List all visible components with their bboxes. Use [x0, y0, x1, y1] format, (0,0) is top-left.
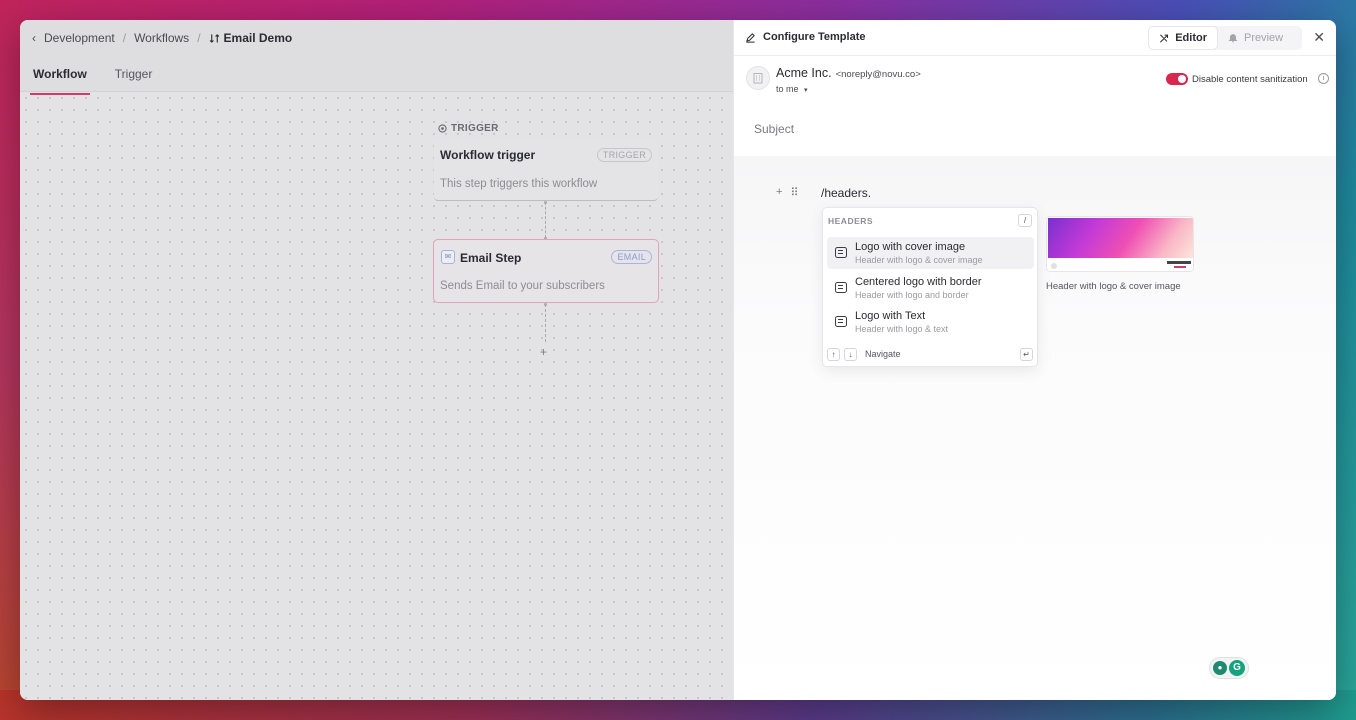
editor-tab-button[interactable]: Editor [1148, 26, 1218, 50]
preview-text-line [1167, 261, 1191, 264]
layout-icon [835, 247, 847, 258]
workflow-canvas[interactable]: ‹ Development / Workflows / Email Demo W… [20, 20, 733, 700]
menu-footer: ↑ ↓ Navigate ↵ [827, 348, 1033, 362]
recipient-dropdown[interactable]: to me ▾ [776, 84, 808, 94]
navigate-label: Navigate [865, 349, 901, 359]
workflow-tabs: Workflow Trigger [30, 64, 173, 95]
trigger-node-title: Workflow trigger [440, 148, 536, 162]
menu-item-logo-with-text[interactable]: Logo with Text Header with logo & text [827, 306, 1034, 338]
panel-title-text: Configure Template [763, 31, 866, 43]
info-icon[interactable]: i [1318, 73, 1329, 84]
workflow-trigger-node[interactable]: Workflow trigger TRIGGER This step trigg… [434, 139, 658, 201]
menu-shortcut-key: / [1018, 214, 1032, 227]
grammarly-widget[interactable]: ● G [1209, 657, 1249, 679]
back-chevron-icon[interactable]: ‹ [32, 31, 36, 45]
canvas-header: ‹ Development / Workflows / Email Demo W… [20, 20, 733, 95]
email-step-node[interactable]: ✉ Email Step EMAIL Sends Email to your s… [433, 239, 659, 303]
trigger-section-text: TRIGGER [451, 123, 499, 134]
header-preview-card [1046, 216, 1194, 272]
panel-header: Configure Template Editor Preview ✕ [734, 20, 1336, 56]
sender-name-text: Acme Inc. [776, 66, 832, 80]
enter-key-icon: ↵ [1020, 348, 1033, 361]
building-icon [753, 73, 763, 84]
preview-tab-button[interactable]: Preview [1218, 26, 1293, 50]
bell-icon [1228, 34, 1238, 43]
pencil-icon [746, 32, 755, 43]
menu-heading: HEADERS [828, 216, 874, 226]
sanitization-label: Disable content sanitization [1192, 74, 1308, 85]
close-icon[interactable]: ✕ [1313, 29, 1325, 46]
trigger-node-badge: TRIGGER [596, 148, 652, 162]
connector-dot [544, 201, 547, 204]
add-step-button[interactable]: + [540, 345, 547, 359]
email-node-badge: EMAIL [611, 250, 652, 264]
connector-line [545, 202, 546, 238]
layout-icon [835, 282, 847, 293]
mail-icon: ✉ [441, 250, 455, 264]
connector-dot [544, 303, 547, 306]
menu-item-centered-logo-with-border[interactable]: Centered logo with border Header with lo… [827, 272, 1034, 304]
configure-template-panel: Configure Template Editor Preview ✕ Acme… [733, 20, 1336, 700]
editor-tab-label: Editor [1175, 32, 1207, 44]
app-window: ‹ Development / Workflows / Email Demo W… [20, 20, 1336, 700]
breadcrumb-current: Email Demo [209, 31, 293, 45]
menu-item-logo-with-cover-image[interactable]: Logo with cover image Header with logo &… [827, 237, 1034, 269]
workflow-icon [209, 33, 219, 43]
trigger-icon [438, 124, 447, 133]
connector-line [545, 304, 546, 342]
lightbulb-icon: ● [1213, 661, 1227, 675]
sender-row: Acme Inc. <noreply@novu.co> to me ▾ Disab… [746, 64, 1329, 100]
add-block-icon[interactable]: + [776, 186, 782, 199]
arrow-down-icon: ↓ [844, 348, 857, 361]
editor-content-line[interactable]: /headers. [821, 186, 871, 200]
tab-workflow[interactable]: Workflow [30, 64, 90, 95]
breadcrumb-current-label: Email Demo [223, 31, 293, 45]
avatar [746, 66, 770, 90]
trigger-node-description: This step triggers this workflow [440, 178, 598, 190]
email-node-description: Sends Email to your subscribers [440, 280, 605, 292]
cover-image-preview [1048, 218, 1193, 258]
sender-email: <noreply@novu.co> [835, 69, 921, 80]
menu-item-subtitle: Header with logo and border [855, 290, 969, 300]
editor-preview-toggle: Editor Preview [1148, 26, 1302, 50]
preview-logo-dot [1051, 263, 1057, 269]
arrow-up-icon: ↑ [827, 348, 840, 361]
subject-input[interactable]: Subject [754, 122, 794, 136]
breadcrumb-item-workflows[interactable]: Workflows [134, 31, 189, 45]
layout-icon [835, 316, 847, 327]
email-node-title: Email Step [460, 251, 522, 265]
preview-accent-line [1174, 266, 1186, 268]
panel-title: Configure Template [745, 31, 865, 43]
block-tools: + ⠿ [776, 186, 799, 199]
menu-item-title: Centered logo with border [855, 276, 982, 288]
breadcrumb-item-development[interactable]: Development [44, 31, 115, 45]
sanitization-toggle[interactable] [1166, 73, 1188, 85]
sender-name: Acme Inc. <noreply@novu.co> [776, 66, 921, 80]
menu-item-subtitle: Header with logo & text [855, 324, 949, 334]
grammarly-logo-icon: G [1229, 660, 1245, 676]
breadcrumb-separator: / [122, 31, 127, 45]
breadcrumb: ‹ Development / Workflows / Email Demo [32, 30, 292, 46]
trigger-section-label: TRIGGER [438, 123, 499, 134]
preview-caption: Header with logo & cover image [1046, 281, 1181, 292]
breadcrumb-separator: / [197, 31, 201, 45]
background-left [0, 0, 22, 720]
tools-icon [1160, 34, 1169, 42]
preview-logo-bar [1048, 258, 1193, 271]
drag-handle-icon[interactable]: ⠿ [790, 186, 798, 199]
caret-down-icon: ▾ [804, 87, 808, 94]
recipient-label: to me [776, 84, 799, 94]
tab-trigger[interactable]: Trigger [112, 64, 164, 95]
slash-command-menu: HEADERS / Logo with cover image Header w… [822, 207, 1038, 367]
menu-item-title: Logo with cover image [855, 241, 966, 253]
preview-tab-label: Preview [1244, 32, 1284, 44]
menu-item-subtitle: Header with logo & cover image [855, 255, 983, 265]
menu-item-title: Logo with Text [855, 310, 926, 322]
